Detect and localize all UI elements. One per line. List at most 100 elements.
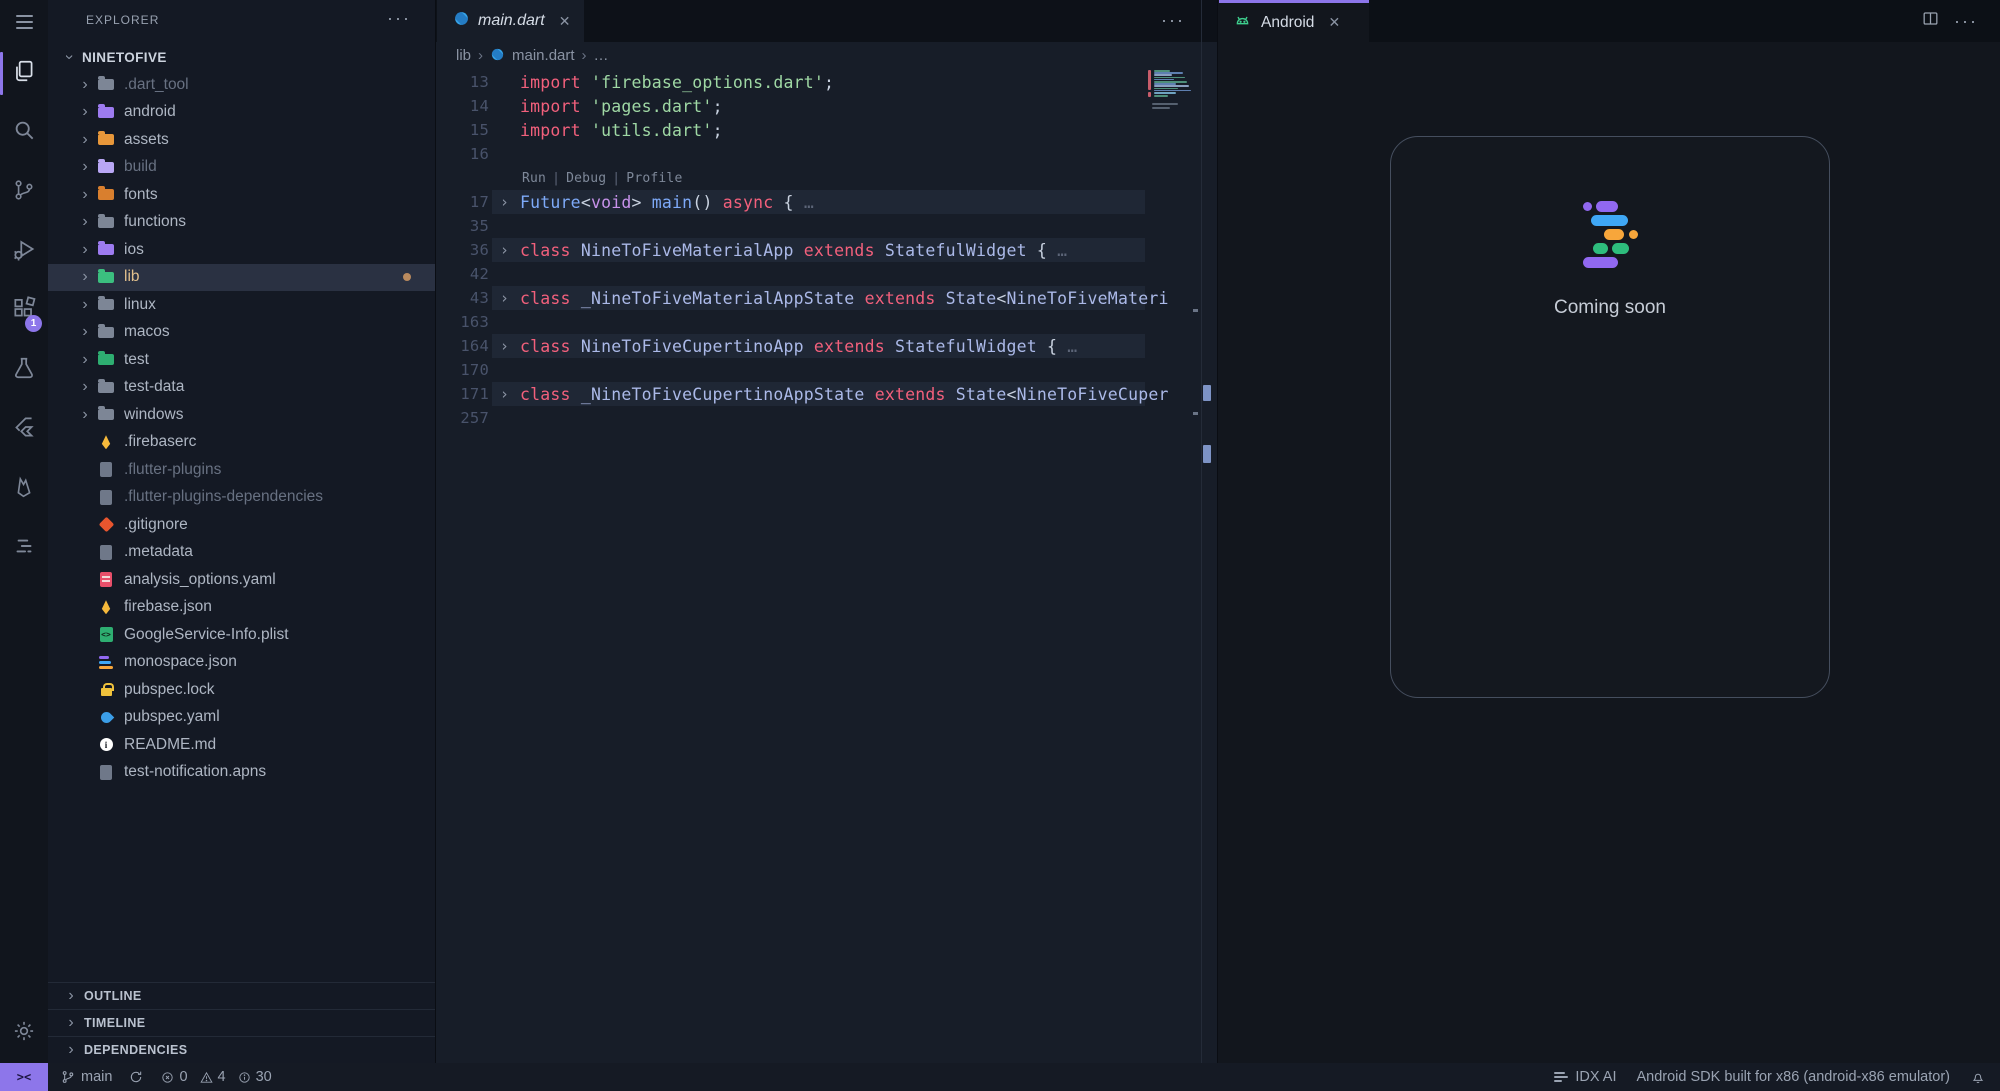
remote-indicator[interactable]: >< xyxy=(0,1063,48,1091)
flutter-icon xyxy=(11,414,37,445)
line-number: 17 xyxy=(436,193,489,211)
tree-item-linux[interactable]: ›linux xyxy=(48,291,435,319)
tree-item-assets[interactable]: ›assets xyxy=(48,126,435,154)
idx-ai-item[interactable]: IDX AI xyxy=(1554,1069,1616,1085)
fold-chevron-icon[interactable]: › xyxy=(489,289,520,307)
tree-item--dart-tool[interactable]: ›.dart_tool xyxy=(48,71,435,99)
minimap[interactable] xyxy=(1146,0,1202,1063)
activity-idx-button[interactable] xyxy=(0,519,48,578)
tree-item-label: android xyxy=(124,103,176,121)
code-token xyxy=(865,385,875,404)
code-token: extends xyxy=(875,385,946,404)
tree-item-windows[interactable]: ›windows xyxy=(48,401,435,429)
tree-item-test[interactable]: ›test xyxy=(48,346,435,374)
folder-icon xyxy=(97,268,115,286)
tree-item-label: GoogleService-Info.plist xyxy=(124,626,289,644)
activity-testing-button[interactable] xyxy=(0,341,48,400)
folder-icon xyxy=(97,323,115,341)
tree-item-ios[interactable]: ›ios xyxy=(48,236,435,264)
lock-icon xyxy=(97,681,115,699)
device-selector[interactable]: Android SDK built for x86 (android-x86 e… xyxy=(1636,1069,1950,1085)
codelens-separator: | xyxy=(612,171,620,186)
tab-main-dart[interactable]: main.dart ✕ xyxy=(437,0,584,42)
more-actions-icon[interactable]: ··· xyxy=(1954,11,1978,32)
section-outline[interactable]: ›OUTLINE xyxy=(48,982,435,1009)
tree-item--gitignore[interactable]: .gitignore xyxy=(48,511,435,539)
explorer-sidebar: EXPLORER ··· › NINETOFIVE ›.dart_tool›an… xyxy=(48,0,436,1063)
firebase-icon xyxy=(97,598,115,616)
tree-item-build[interactable]: ›build xyxy=(48,154,435,182)
codelens-profile[interactable]: Profile xyxy=(626,171,682,186)
tree-item-label: macos xyxy=(124,323,170,341)
code-token xyxy=(875,241,885,260)
tree-item-lib[interactable]: ›lib xyxy=(48,264,435,292)
tree-item-analysis-options-yaml[interactable]: analysis_options.yaml xyxy=(48,566,435,594)
activity-flutter-button[interactable] xyxy=(0,400,48,459)
code-token: { xyxy=(1037,337,1057,356)
tree-item-android[interactable]: › android xyxy=(48,99,435,127)
tree-item-test-data[interactable]: ›test-data xyxy=(48,374,435,402)
sync-icon[interactable] xyxy=(128,1069,144,1085)
breadcrumb-main-dart[interactable]: main.dart xyxy=(512,47,575,64)
tree-item-functions[interactable]: ›functions xyxy=(48,209,435,237)
tree-root-ninetofive[interactable]: › NINETOFIVE xyxy=(48,43,435,71)
fold-chevron-icon[interactable]: › xyxy=(489,193,520,211)
explorer-more-actions-icon[interactable]: ··· xyxy=(387,8,411,29)
folder-icon xyxy=(97,296,115,314)
chevron-right-icon: › xyxy=(582,47,587,64)
activity-run-debug-button[interactable] xyxy=(0,222,48,281)
section-timeline[interactable]: ›TIMELINE xyxy=(48,1009,435,1036)
close-icon[interactable]: ✕ xyxy=(559,13,571,30)
tab-android[interactable]: Android ✕ xyxy=(1219,0,1369,42)
section-dependencies[interactable]: ›DEPENDENCIES xyxy=(48,1036,435,1063)
activity-firebase-button[interactable] xyxy=(0,459,48,518)
tree-item--metadata[interactable]: .metadata xyxy=(48,539,435,567)
tree-item-googleservice-info-plist[interactable]: <>GoogleService-Info.plist xyxy=(48,621,435,649)
activity-source-control-button[interactable] xyxy=(0,163,48,222)
tree-item-readme-md[interactable]: iREADME.md xyxy=(48,731,435,759)
code-token: State xyxy=(956,385,1007,404)
breadcrumb-symbol-ellipsis[interactable]: … xyxy=(594,47,609,64)
code-token: State xyxy=(946,289,997,308)
fold-chevron-icon[interactable]: › xyxy=(489,337,520,355)
codelens-debug[interactable]: Debug xyxy=(566,171,606,186)
activity-explorer-button[interactable] xyxy=(0,44,48,103)
folder-icon xyxy=(97,103,115,121)
git-branch-item[interactable]: main xyxy=(60,1069,112,1085)
activity-menu-button[interactable] xyxy=(0,0,48,44)
codelens-run[interactable]: Run xyxy=(522,171,546,186)
tree-item-macos[interactable]: ›macos xyxy=(48,319,435,347)
tree-item-monospace-json[interactable]: monospace.json xyxy=(48,649,435,677)
folder-icon xyxy=(97,241,115,259)
tree-item--firebaserc[interactable]: .firebaserc xyxy=(48,429,435,457)
fold-chevron-icon[interactable]: › xyxy=(489,241,520,259)
activity-settings-button[interactable] xyxy=(0,1004,48,1063)
code-token: import xyxy=(520,73,581,92)
tree-item-test-notification-apns[interactable]: test-notification.apns xyxy=(48,759,435,787)
code-token xyxy=(571,289,581,308)
tree-item--flutter-plugins-dependencies[interactable]: .flutter-plugins-dependencies xyxy=(48,484,435,512)
code-token: < xyxy=(581,193,591,212)
tree-item-pubspec-lock[interactable]: pubspec.lock xyxy=(48,676,435,704)
close-icon[interactable]: ✕ xyxy=(1328,14,1340,31)
panel-actions: ··· xyxy=(1921,0,1978,42)
code-token xyxy=(804,337,814,356)
tree-item-firebase-json[interactable]: firebase.json xyxy=(48,594,435,622)
code-editor[interactable]: 13import 'firebase_options.dart';14impor… xyxy=(436,70,1145,430)
code-token: class xyxy=(520,385,571,404)
tree-item-label: .flutter-plugins-dependencies xyxy=(124,488,323,506)
code-token: _NineToFiveCupertinoAppState xyxy=(581,385,865,404)
split-editor-icon[interactable] xyxy=(1921,9,1940,33)
breadcrumb-lib[interactable]: lib xyxy=(456,47,471,64)
problems-item[interactable]: 0 4 30 xyxy=(160,1069,271,1085)
bell-icon[interactable] xyxy=(1970,1069,1986,1085)
code-line-13: 13import 'firebase_options.dart'; xyxy=(436,70,1145,94)
tree-item-pubspec-yaml[interactable]: pubspec.yaml xyxy=(48,704,435,732)
activity-search-button[interactable] xyxy=(0,103,48,162)
activity-extensions-button[interactable]: 1 xyxy=(0,281,48,340)
chevron-right-icon: › xyxy=(78,103,92,121)
info-icon xyxy=(237,1070,252,1085)
tree-item--flutter-plugins[interactable]: .flutter-plugins xyxy=(48,456,435,484)
fold-chevron-icon[interactable]: › xyxy=(489,385,520,403)
tree-item-fonts[interactable]: ›fonts xyxy=(48,181,435,209)
